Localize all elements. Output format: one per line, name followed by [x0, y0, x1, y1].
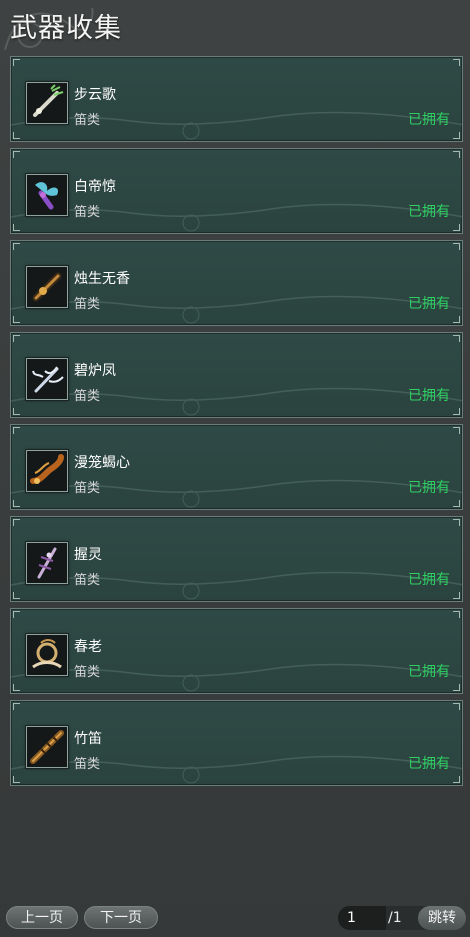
owned-status: 已拥有 [408, 112, 450, 128]
weapon-type: 笛类 [74, 297, 101, 312]
weapon-card[interactable]: 烛生无香 笛类 已拥有 [10, 240, 463, 326]
weapon-list: 步云歌 笛类 已拥有 白帝惊 笛类 已拥有 烛生无香 笛类 已拥有 碧炉凤 笛类… [10, 56, 463, 792]
weapon-type: 笛类 [74, 757, 101, 772]
flute-scorpion-icon [26, 450, 68, 492]
weapon-type: 笛类 [74, 389, 101, 404]
weapon-card[interactable]: 握灵 笛类 已拥有 [10, 516, 463, 602]
flute-butterfly-icon [26, 174, 68, 216]
weapon-name: 碧炉凤 [74, 363, 116, 379]
weapon-card[interactable]: 碧炉凤 笛类 已拥有 [10, 332, 463, 418]
page-number-input[interactable]: 1 [338, 906, 386, 930]
owned-status: 已拥有 [408, 388, 450, 404]
page-title: 武器收集 [10, 13, 122, 44]
weapon-card[interactable]: 白帝惊 笛类 已拥有 [10, 148, 463, 234]
flute-bronze-icon [26, 266, 68, 308]
owned-status: 已拥有 [408, 756, 450, 772]
owned-status: 已拥有 [408, 204, 450, 220]
prev-page-button[interactable]: 上一页 [6, 906, 78, 929]
weapon-name: 漫笼蝎心 [74, 455, 130, 471]
flute-ornate-icon [26, 634, 68, 676]
weapon-type: 笛类 [74, 113, 101, 128]
weapon-name: 步云歌 [74, 87, 116, 103]
weapon-card[interactable]: 竹笛 笛类 已拥有 [10, 700, 463, 786]
owned-status: 已拥有 [408, 480, 450, 496]
weapon-name: 竹笛 [74, 731, 102, 747]
weapon-type: 笛类 [74, 205, 101, 220]
flute-bamboo-icon [26, 726, 68, 768]
weapon-name: 春老 [74, 639, 102, 655]
flute-phoenix-icon [26, 358, 68, 400]
weapon-name: 握灵 [74, 547, 102, 563]
weapon-type: 笛类 [74, 573, 101, 588]
flute-spirit-icon [26, 542, 68, 584]
page-total: /1 [388, 910, 402, 926]
weapon-name: 烛生无香 [74, 271, 130, 287]
flute-jade-icon [26, 82, 68, 124]
next-page-button[interactable]: 下一页 [84, 906, 158, 929]
owned-status: 已拥有 [408, 296, 450, 312]
weapon-type: 笛类 [74, 665, 101, 680]
jump-button[interactable]: 跳转 [418, 906, 466, 930]
weapon-card[interactable]: 步云歌 笛类 已拥有 [10, 56, 463, 142]
weapon-card[interactable]: 春老 笛类 已拥有 [10, 608, 463, 694]
weapon-card[interactable]: 漫笼蝎心 笛类 已拥有 [10, 424, 463, 510]
owned-status: 已拥有 [408, 664, 450, 680]
weapon-type: 笛类 [74, 481, 101, 496]
owned-status: 已拥有 [408, 572, 450, 588]
weapon-name: 白帝惊 [74, 179, 116, 195]
